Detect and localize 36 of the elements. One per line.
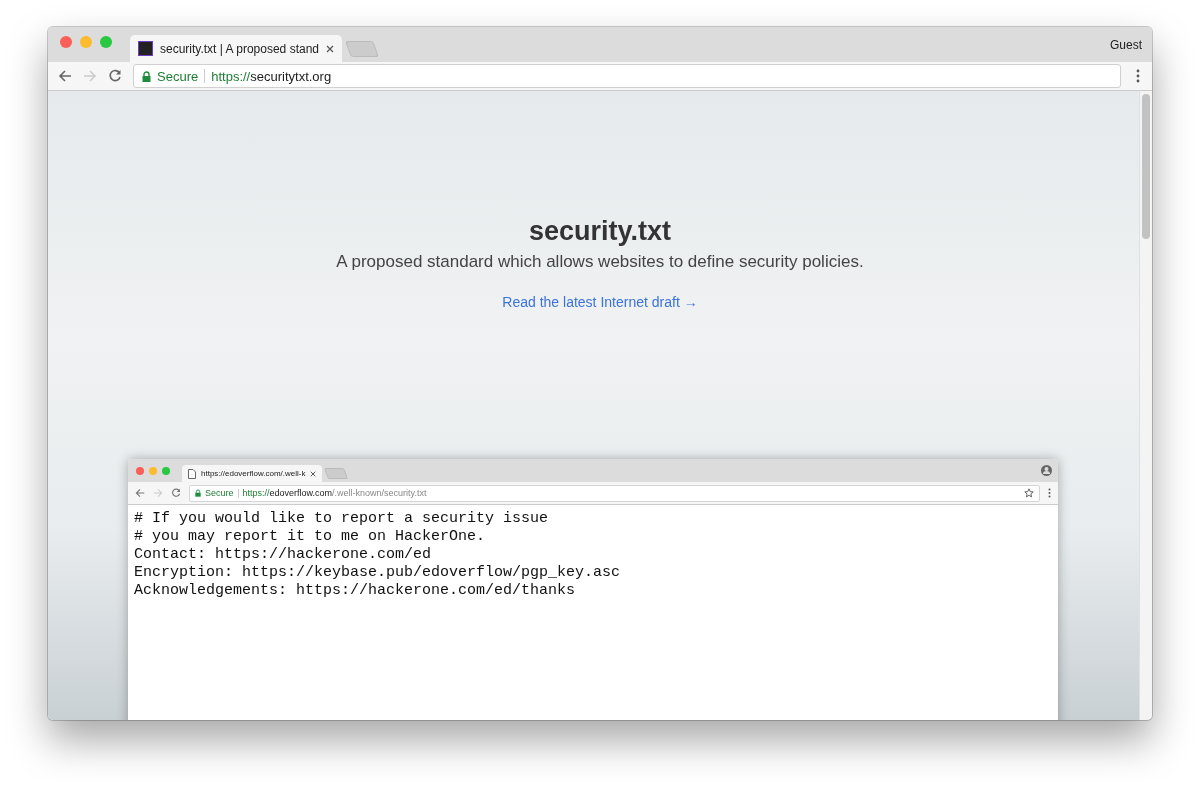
url-text: https://securitytxt.org	[211, 68, 332, 84]
document-icon	[188, 468, 196, 479]
browser-tab[interactable]: security.txt | A proposed stand	[130, 35, 342, 62]
minimize-light	[149, 466, 157, 475]
menu-icon[interactable]	[1136, 69, 1140, 83]
page-subtitle: A proposed standard which allows websites to define security policies.	[336, 252, 864, 272]
code-line: Encryption: https://keybase.pub/edoverflow/pgp_key.asc	[134, 564, 622, 582]
scrollbar[interactable]	[1139, 91, 1152, 720]
reload-icon[interactable]	[108, 69, 122, 83]
back-icon[interactable]	[58, 69, 72, 83]
close-light[interactable]	[60, 35, 72, 48]
secure-label: Secure	[157, 68, 199, 84]
code-line: # you may report it to me on HackerOne.	[134, 528, 487, 546]
star-icon[interactable]	[1024, 488, 1034, 498]
code-line: Contact: https://hackerone.com/ed	[134, 546, 433, 564]
browser-tab[interactable]: https://edoverflow.com/.well-k	[182, 465, 323, 482]
secure-label: Secure	[205, 488, 234, 498]
close-light	[136, 466, 144, 475]
profile-icon[interactable]	[1041, 465, 1052, 476]
reload-icon[interactable]	[171, 488, 181, 498]
lock-icon	[142, 70, 151, 82]
address-bar[interactable]: Secure https://edoverflow.com/.well-known/security.txt	[189, 484, 1040, 502]
address-bar[interactable]: Secure https://securitytxt.org	[133, 64, 1121, 88]
zoom-light	[162, 466, 170, 475]
back-icon[interactable]	[135, 488, 145, 498]
menu-icon[interactable]	[1048, 488, 1051, 498]
draft-link[interactable]: Read the latest Internet draft →	[502, 294, 698, 310]
code-line: # If you would like to report a security issue	[134, 510, 550, 528]
favicon-icon	[138, 41, 153, 56]
lock-icon	[195, 489, 201, 497]
close-icon[interactable]	[326, 44, 334, 53]
page-title: security.txt	[528, 216, 672, 247]
close-icon[interactable]	[310, 470, 317, 477]
url-text: https://edoverflow.com/.well-known/security.txt	[242, 488, 428, 498]
code-line: Acknowledgements: https://hackerone.com/ed/thanks	[134, 582, 577, 600]
profile-label[interactable]: Guest	[1110, 38, 1142, 52]
